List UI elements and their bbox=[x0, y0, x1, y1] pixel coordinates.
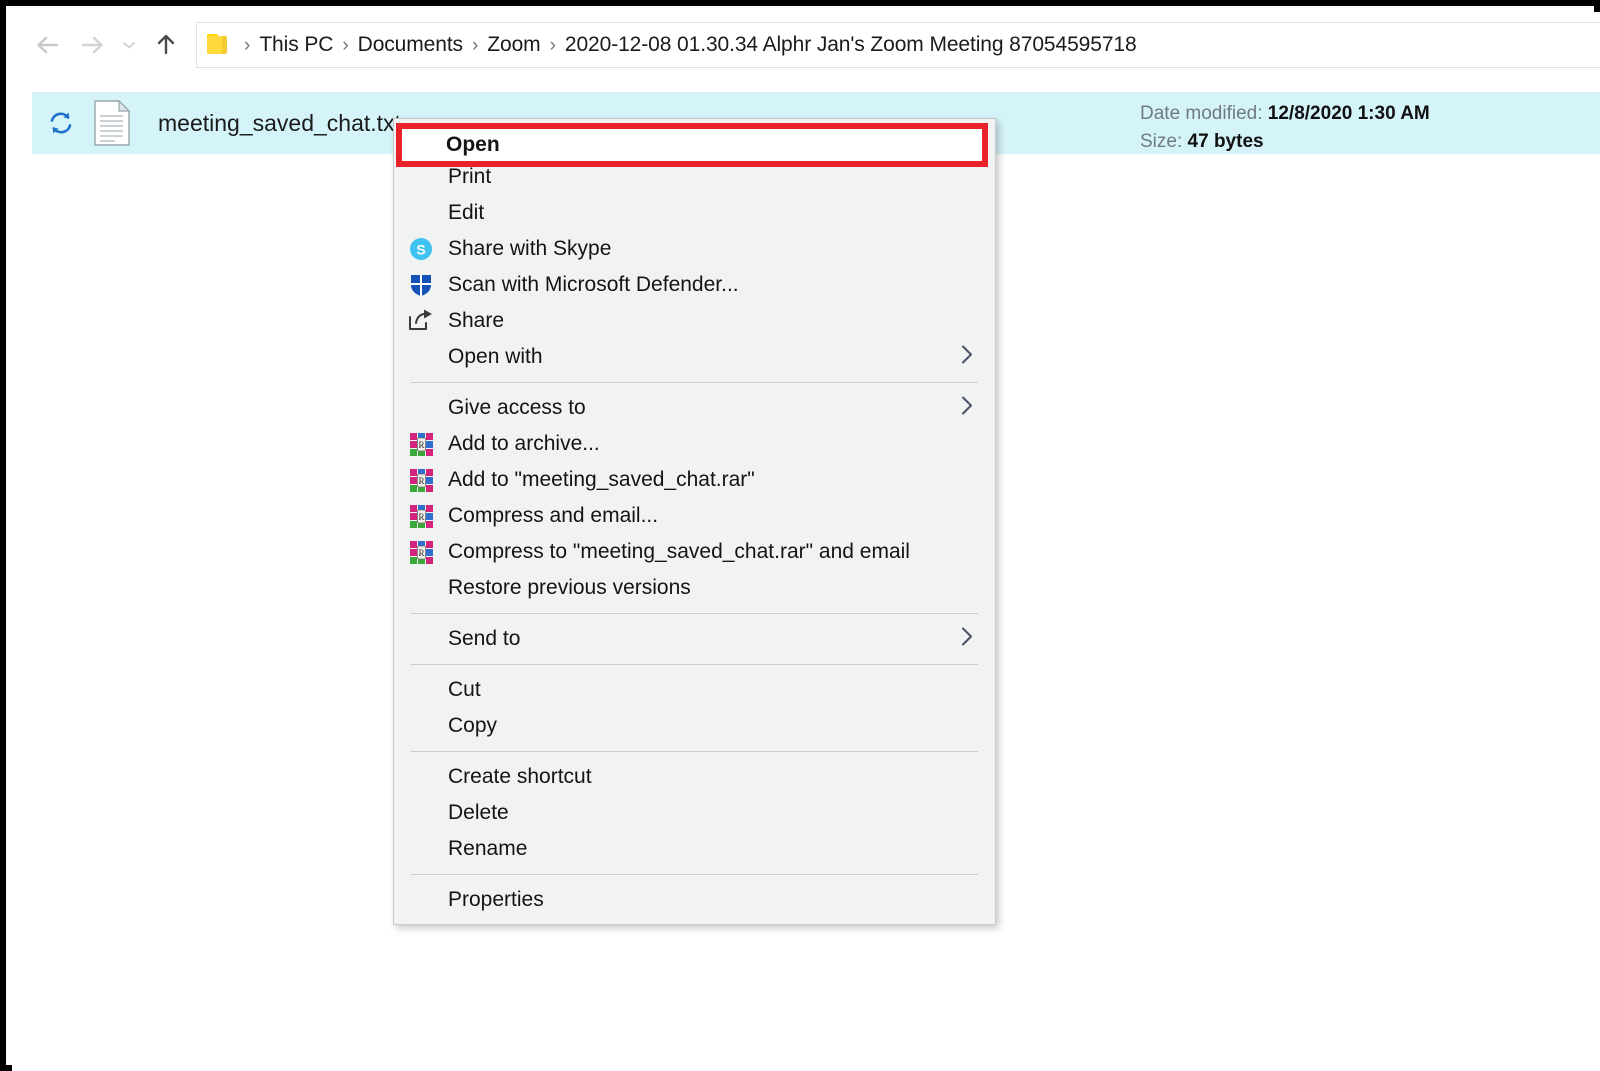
breadcrumb-separator: › bbox=[541, 36, 565, 55]
breadcrumb-separator: › bbox=[463, 36, 487, 55]
context-menu-item-compress-to-meeting-saved-chatrar-and-email[interactable]: R Compress to "meeting_saved_chat.rar" an… bbox=[394, 534, 995, 570]
context-menu[interactable]: Open Print Edit S Share with Skype Scan with … bbox=[393, 118, 996, 925]
context-menu-item-label: Add to archive... bbox=[448, 432, 600, 456]
context-menu-item-copy[interactable]: Copy bbox=[394, 708, 995, 744]
context-menu-item-add-to-archive[interactable]: R Add to archive... bbox=[394, 426, 995, 462]
breadcrumb-item-documents[interactable]: Documents bbox=[358, 33, 463, 57]
forward-arrow-icon bbox=[79, 34, 105, 56]
skype-icon: S bbox=[394, 236, 448, 262]
svg-text:R: R bbox=[418, 440, 424, 450]
context-menu-item-label: Create shortcut bbox=[448, 765, 592, 789]
submenu-chevron-right-icon bbox=[959, 626, 975, 653]
context-menu-item-label: Restore previous versions bbox=[448, 576, 691, 600]
context-menu-item-label: Delete bbox=[448, 801, 509, 825]
context-menu-item-label: Share bbox=[448, 309, 504, 333]
svg-text:S: S bbox=[416, 242, 425, 258]
share-icon bbox=[394, 309, 448, 333]
menu-separator bbox=[411, 664, 978, 665]
breadcrumb-item-this-pc[interactable]: This PC bbox=[259, 33, 333, 57]
forward-button[interactable] bbox=[70, 23, 114, 67]
context-menu-item-add-to-meeting-saved-chatrar[interactable]: R Add to "meeting_saved_chat.rar" bbox=[394, 462, 995, 498]
context-menu-item-send-to[interactable]: Send to bbox=[394, 621, 995, 657]
context-menu-item-edit[interactable]: Edit bbox=[394, 195, 995, 231]
back-arrow-icon bbox=[35, 34, 61, 56]
winrar-icon: R bbox=[394, 432, 448, 457]
context-menu-item-rename[interactable]: Rename bbox=[394, 831, 995, 867]
breadcrumb-separator: › bbox=[333, 36, 357, 55]
file-name-label: meeting_saved_chat.txt bbox=[158, 110, 401, 137]
file-details: Date modified: 12/8/2020 1:30 AM Size: 4… bbox=[1140, 100, 1430, 155]
submenu-chevron-right-icon bbox=[959, 344, 975, 371]
menu-separator bbox=[411, 751, 978, 752]
winrar-icon: R bbox=[394, 504, 448, 529]
up-one-level-button[interactable] bbox=[144, 23, 188, 67]
defender-shield-icon bbox=[394, 272, 448, 298]
breadcrumb-item-zoom[interactable]: Zoom bbox=[487, 33, 540, 57]
context-menu-item-give-access-to[interactable]: Give access to bbox=[394, 390, 995, 426]
context-menu-item-compress-and-email[interactable]: R Compress and email... bbox=[394, 498, 995, 534]
context-menu-item-scan-with-microsoft-defender[interactable]: Scan with Microsoft Defender... bbox=[394, 267, 995, 303]
up-arrow-icon bbox=[154, 32, 178, 58]
chevron-down-icon bbox=[121, 39, 137, 51]
winrar-icon: R bbox=[394, 540, 448, 565]
context-menu-item-label: Give access to bbox=[448, 396, 586, 420]
context-menu-item-label: Edit bbox=[448, 201, 484, 225]
svg-text:R: R bbox=[418, 512, 424, 522]
context-menu-item-label: Cut bbox=[448, 678, 481, 702]
size-value: 47 bytes bbox=[1188, 131, 1264, 152]
svg-text:R: R bbox=[418, 476, 424, 486]
context-menu-item-delete[interactable]: Delete bbox=[394, 795, 995, 831]
submenu-chevron-right-icon bbox=[959, 395, 975, 422]
winrar-icon: R bbox=[394, 468, 448, 493]
context-menu-item-label: Compress to "meeting_saved_chat.rar" and… bbox=[448, 540, 910, 564]
context-menu-item-label: Properties bbox=[448, 888, 544, 912]
back-button[interactable] bbox=[26, 23, 70, 67]
context-menu-item-label: Compress and email... bbox=[448, 504, 658, 528]
breadcrumb-separator: › bbox=[235, 36, 259, 55]
text-document-icon bbox=[84, 100, 140, 146]
date-modified-value: 12/8/2020 1:30 AM bbox=[1268, 103, 1430, 124]
context-menu-item-label: Open with bbox=[448, 345, 543, 369]
svg-text:R: R bbox=[418, 548, 424, 558]
screenshot-frame: › This PC › Documents › Zoom › 2020-12-0… bbox=[0, 0, 1600, 1071]
context-menu-item-cut[interactable]: Cut bbox=[394, 672, 995, 708]
context-menu-item-label: Rename bbox=[448, 837, 527, 861]
context-menu-item-open[interactable]: Open bbox=[396, 123, 988, 167]
context-menu-item-create-shortcut[interactable]: Create shortcut bbox=[394, 759, 995, 795]
date-modified-line: Date modified: 12/8/2020 1:30 AM bbox=[1140, 100, 1430, 128]
size-line: Size: 47 bytes bbox=[1140, 128, 1430, 156]
breadcrumb-item-meeting-folder[interactable]: 2020-12-08 01.30.34 Alphr Jan's Zoom Mee… bbox=[565, 33, 1137, 57]
context-menu-item-label: Copy bbox=[448, 714, 497, 738]
context-menu-item-share[interactable]: Share bbox=[394, 303, 995, 339]
date-modified-label: Date modified: bbox=[1140, 103, 1263, 124]
context-menu-item-label: Scan with Microsoft Defender... bbox=[448, 273, 739, 297]
explorer-window: › This PC › Documents › Zoom › 2020-12-0… bbox=[12, 12, 1600, 1071]
context-menu-item-label: Share with Skype bbox=[448, 237, 611, 261]
navigation-bar: › This PC › Documents › Zoom › 2020-12-0… bbox=[12, 12, 1600, 78]
sync-refresh-icon bbox=[38, 108, 84, 138]
folder-icon bbox=[207, 34, 231, 56]
context-menu-item-open-with[interactable]: Open with bbox=[394, 339, 995, 375]
address-bar[interactable]: › This PC › Documents › Zoom › 2020-12-0… bbox=[196, 22, 1600, 68]
recent-locations-button[interactable] bbox=[114, 23, 144, 67]
context-menu-item-restore-previous-versions[interactable]: Restore previous versions bbox=[394, 570, 995, 606]
context-menu-item-label: Open bbox=[446, 133, 500, 157]
context-menu-item-properties[interactable]: Properties bbox=[394, 882, 995, 918]
context-menu-item-label: Send to bbox=[448, 627, 520, 651]
context-menu-item-label: Print bbox=[448, 165, 491, 189]
menu-separator bbox=[411, 874, 978, 875]
size-label: Size: bbox=[1140, 131, 1182, 152]
context-menu-item-share-with-skype[interactable]: S Share with Skype bbox=[394, 231, 995, 267]
menu-separator bbox=[411, 382, 978, 383]
context-menu-item-label: Add to "meeting_saved_chat.rar" bbox=[448, 468, 755, 492]
menu-separator bbox=[411, 613, 978, 614]
